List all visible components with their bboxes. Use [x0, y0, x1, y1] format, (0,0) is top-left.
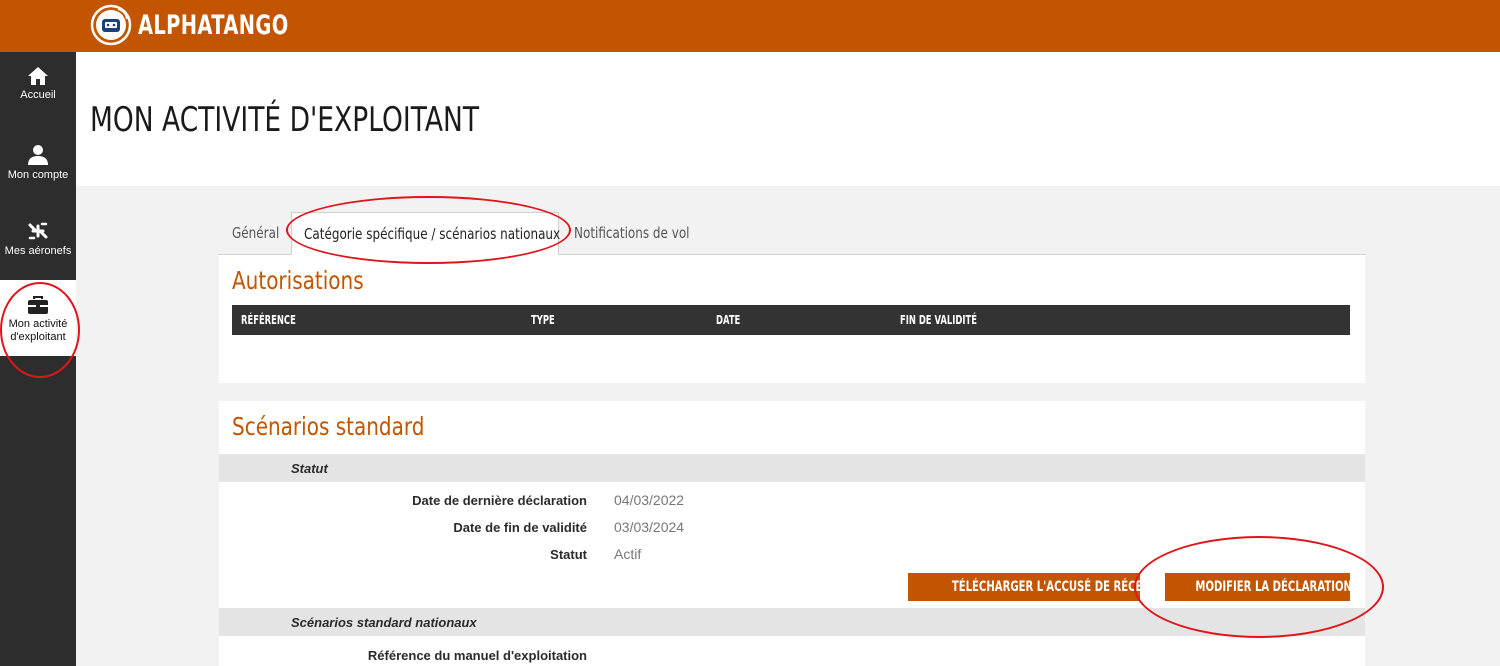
sidebar-item-label: Mes aéronefs [4, 245, 72, 257]
autorisations-title: Autorisations [232, 266, 364, 295]
button-label: MODIFIER LA DÉCLARATION [1195, 579, 1350, 595]
nationaux-section-header: Scénarios standard nationaux [219, 608, 1365, 636]
sidebar-item-label-line2: d'exploitant [10, 331, 66, 343]
section-title: Scénarios standard nationaux [291, 615, 477, 630]
button-label: TÉLÉCHARGER L'ACCUSÉ DE RÉCEPTION [951, 579, 1140, 595]
autorisations-panel: Autorisations RÉFÉRENCE TYPE DATE FIN DE… [219, 255, 1365, 383]
home-icon [28, 67, 48, 85]
field-label-manuel-exploitation: Référence du manuel d'exploitation [367, 648, 587, 663]
tab-categorie-specifique[interactable]: Catégorie spécifique / scénarios nationa… [291, 212, 561, 255]
field-value-derniere-declaration: 04/03/2022 [614, 492, 685, 508]
section-title: Statut [291, 461, 328, 476]
tab-label: Catégorie spécifique / scénarios nationa… [304, 225, 561, 243]
field-label-derniere-declaration: Date de dernière déclaration [412, 493, 587, 508]
tab-notifications-de-vol[interactable]: Notifications de vol [574, 212, 714, 255]
tab-general[interactable]: Général [232, 212, 292, 255]
brand-name: ALPHATANGO [138, 9, 289, 41]
drone-logo-icon [90, 4, 132, 46]
field-label-fin-de-validite: Date de fin de validité [453, 520, 587, 535]
sidebar-item-mes-aeronefs[interactable]: Mes aéronefs [0, 220, 76, 272]
sidebar: Accueil Mon compte Mes aéronefs Mon acti… [0, 52, 76, 666]
page-title: MON ACTIVITÉ D'EXPLOITANT [90, 100, 480, 140]
sidebar-item-label: Accueil [20, 89, 56, 101]
column-header-fin-de-validite[interactable]: FIN DE VALIDITÉ [900, 305, 977, 335]
tab-label: Notifications de vol [574, 224, 690, 242]
modify-declaration-button[interactable]: MODIFIER LA DÉCLARATION [1165, 573, 1350, 601]
column-header-type[interactable]: TYPE [531, 305, 555, 335]
sidebar-item-mon-compte[interactable]: Mon compte [0, 144, 76, 196]
top-bar: ALPHATANGO [0, 0, 1500, 52]
field-value-statut: Actif [614, 546, 642, 562]
sidebar-item-label: Mon compte [7, 169, 69, 181]
scenarios-standard-panel: Scénarios standard Statut Date de derniè… [219, 401, 1365, 666]
statut-section-header: Statut [219, 454, 1365, 482]
field-value-fin-de-validite: 03/03/2024 [614, 519, 685, 535]
drone-icon [28, 222, 48, 240]
sidebar-item-label-line1: Mon activité [8, 318, 68, 330]
sidebar-item-accueil[interactable]: Accueil [0, 66, 76, 118]
user-icon [28, 145, 48, 165]
autorisations-table-header: RÉFÉRENCE TYPE DATE FIN DE VALIDITÉ [232, 305, 1350, 335]
sidebar-item-mon-activite[interactable]: Mon activité d'exploitant [0, 280, 76, 356]
briefcase-icon [28, 296, 48, 314]
field-label-statut: Statut [550, 547, 587, 562]
scenarios-standard-title: Scénarios standard [232, 412, 425, 441]
column-header-reference[interactable]: RÉFÉRENCE [241, 305, 296, 335]
tab-bar: Général Catégorie spécifique / scénarios… [219, 212, 1365, 255]
column-header-date[interactable]: DATE [716, 305, 740, 335]
alphatango-logo[interactable]: ALPHATANGO [90, 4, 347, 46]
download-receipt-button[interactable]: TÉLÉCHARGER L'ACCUSÉ DE RÉCEPTION [908, 573, 1140, 601]
tab-label: Général [232, 224, 280, 242]
